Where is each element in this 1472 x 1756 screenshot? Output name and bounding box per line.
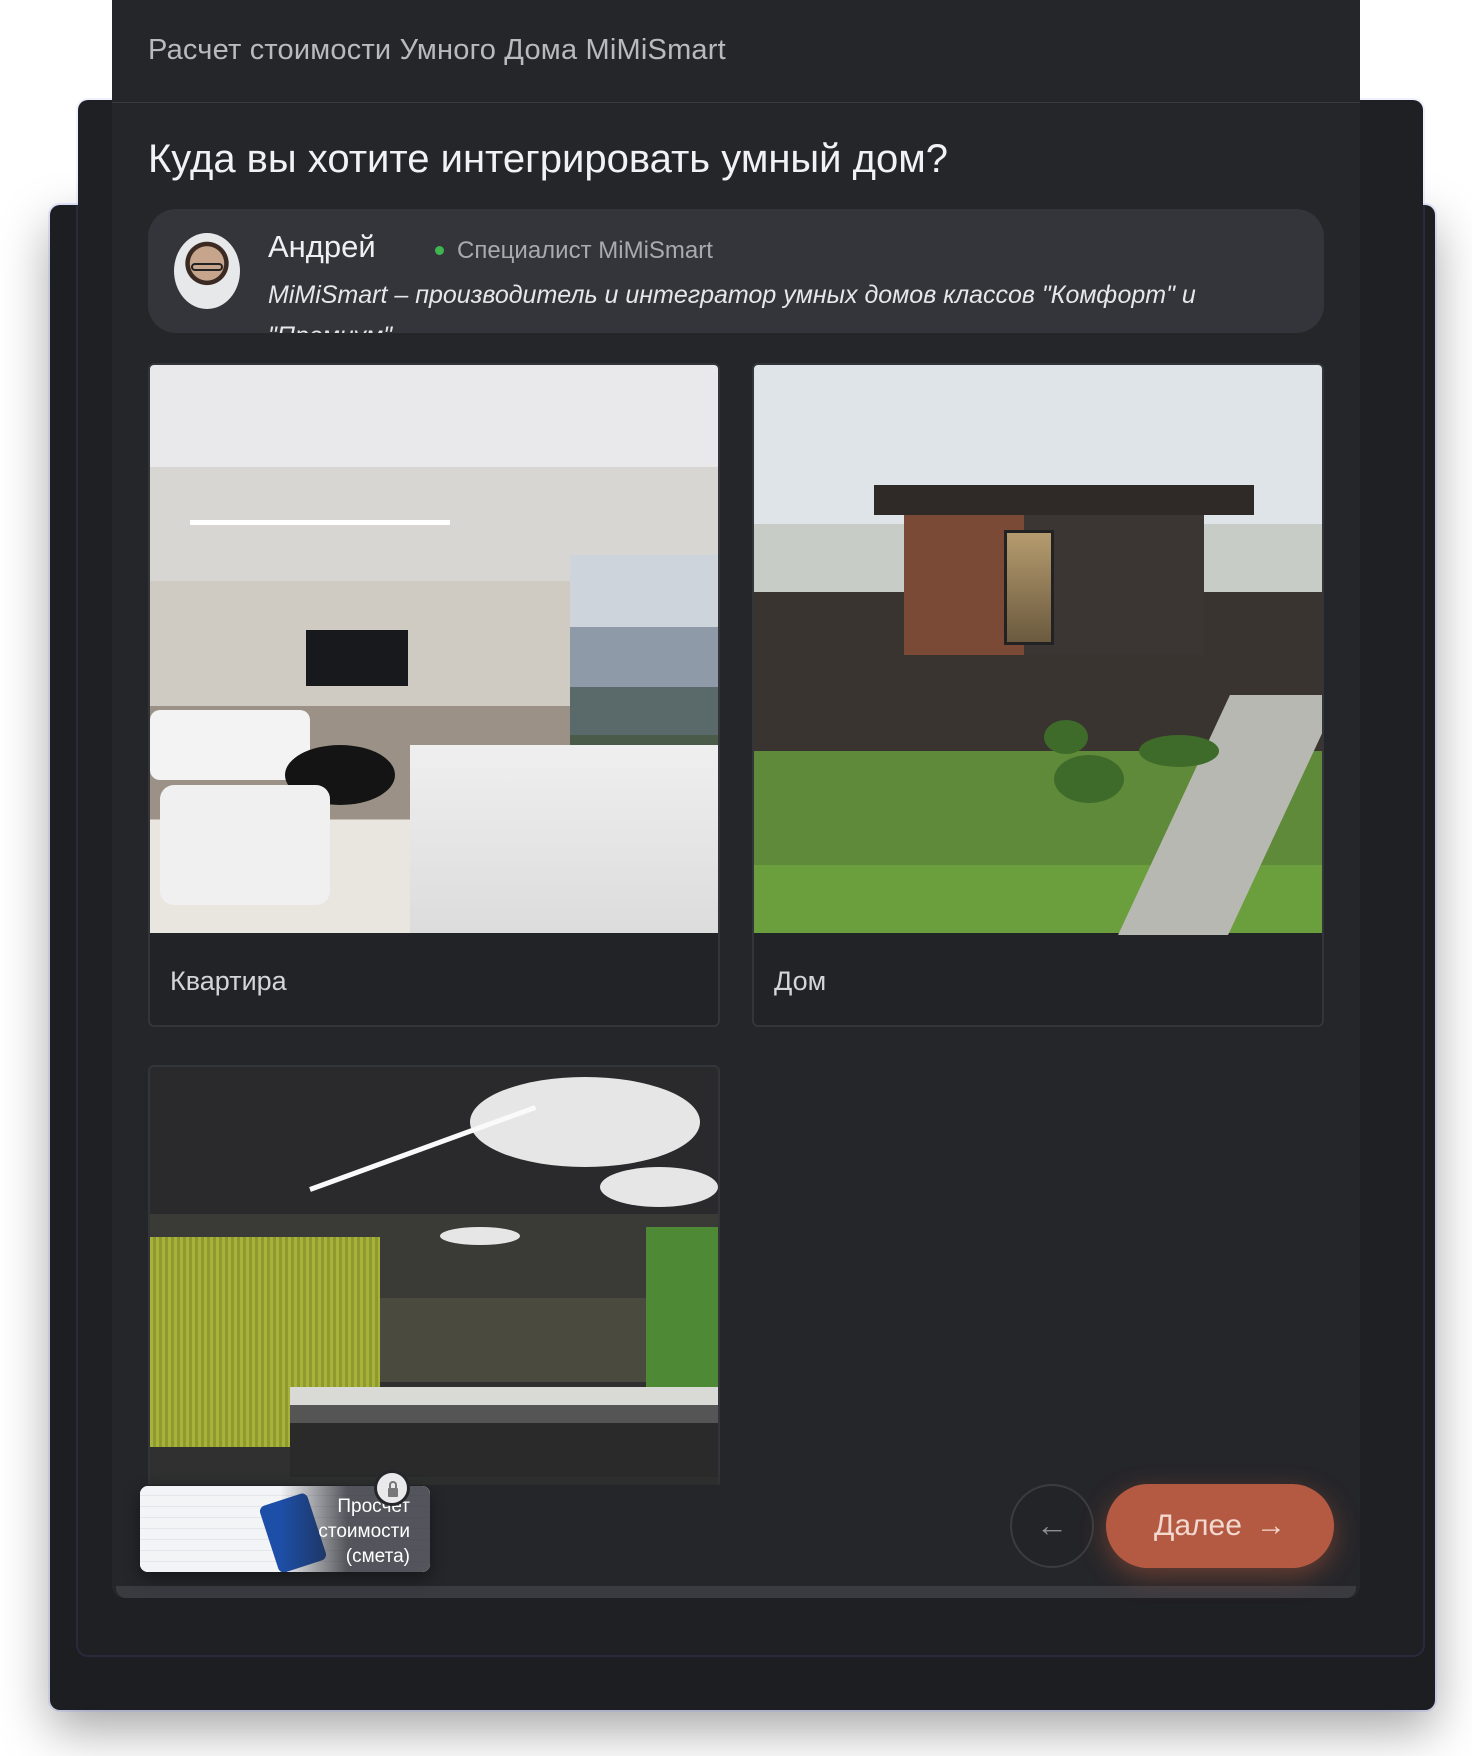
expert-name: Андрей: [268, 229, 376, 264]
option-card-house[interactable]: Дом: [752, 363, 1324, 1027]
panel-header: Расчет стоимости Умного Дома MiMiSmart: [112, 0, 1360, 103]
apartment-image: [150, 365, 718, 933]
expert-role: Специалист MiMiSmart: [457, 237, 713, 264]
arrow-right-icon: →: [1255, 1509, 1286, 1542]
option-card-office[interactable]: [148, 1065, 720, 1485]
expert-card: Андрей Специалист MiMiSmart MiMiSmart – …: [148, 209, 1324, 333]
office-image: [150, 1067, 718, 1485]
option-label: Дом: [774, 966, 827, 996]
back-button[interactable]: ←: [1010, 1484, 1094, 1568]
option-card-apartment[interactable]: Квартира: [148, 363, 720, 1027]
quiz-title: Расчет стоимости Умного Дома MiMiSmart: [148, 34, 726, 66]
house-image: [754, 365, 1322, 935]
avatar: [174, 233, 240, 309]
arrow-left-icon: ←: [1036, 1507, 1068, 1543]
next-button[interactable]: Далее →: [1106, 1484, 1334, 1568]
option-label: Квартира: [170, 966, 287, 996]
online-status-dot: [435, 246, 444, 255]
lock-icon: [374, 1470, 410, 1506]
expert-message: MiMiSmart – производитель и интегратор у…: [268, 281, 1196, 333]
next-label: Далее: [1154, 1509, 1242, 1542]
footer-edge: [116, 1586, 1356, 1598]
question-heading: Куда вы хотите интегрировать умный дом?: [148, 137, 948, 181]
quiz-panel: Расчет стоимости Умного Дома MiMiSmart К…: [112, 0, 1360, 1598]
